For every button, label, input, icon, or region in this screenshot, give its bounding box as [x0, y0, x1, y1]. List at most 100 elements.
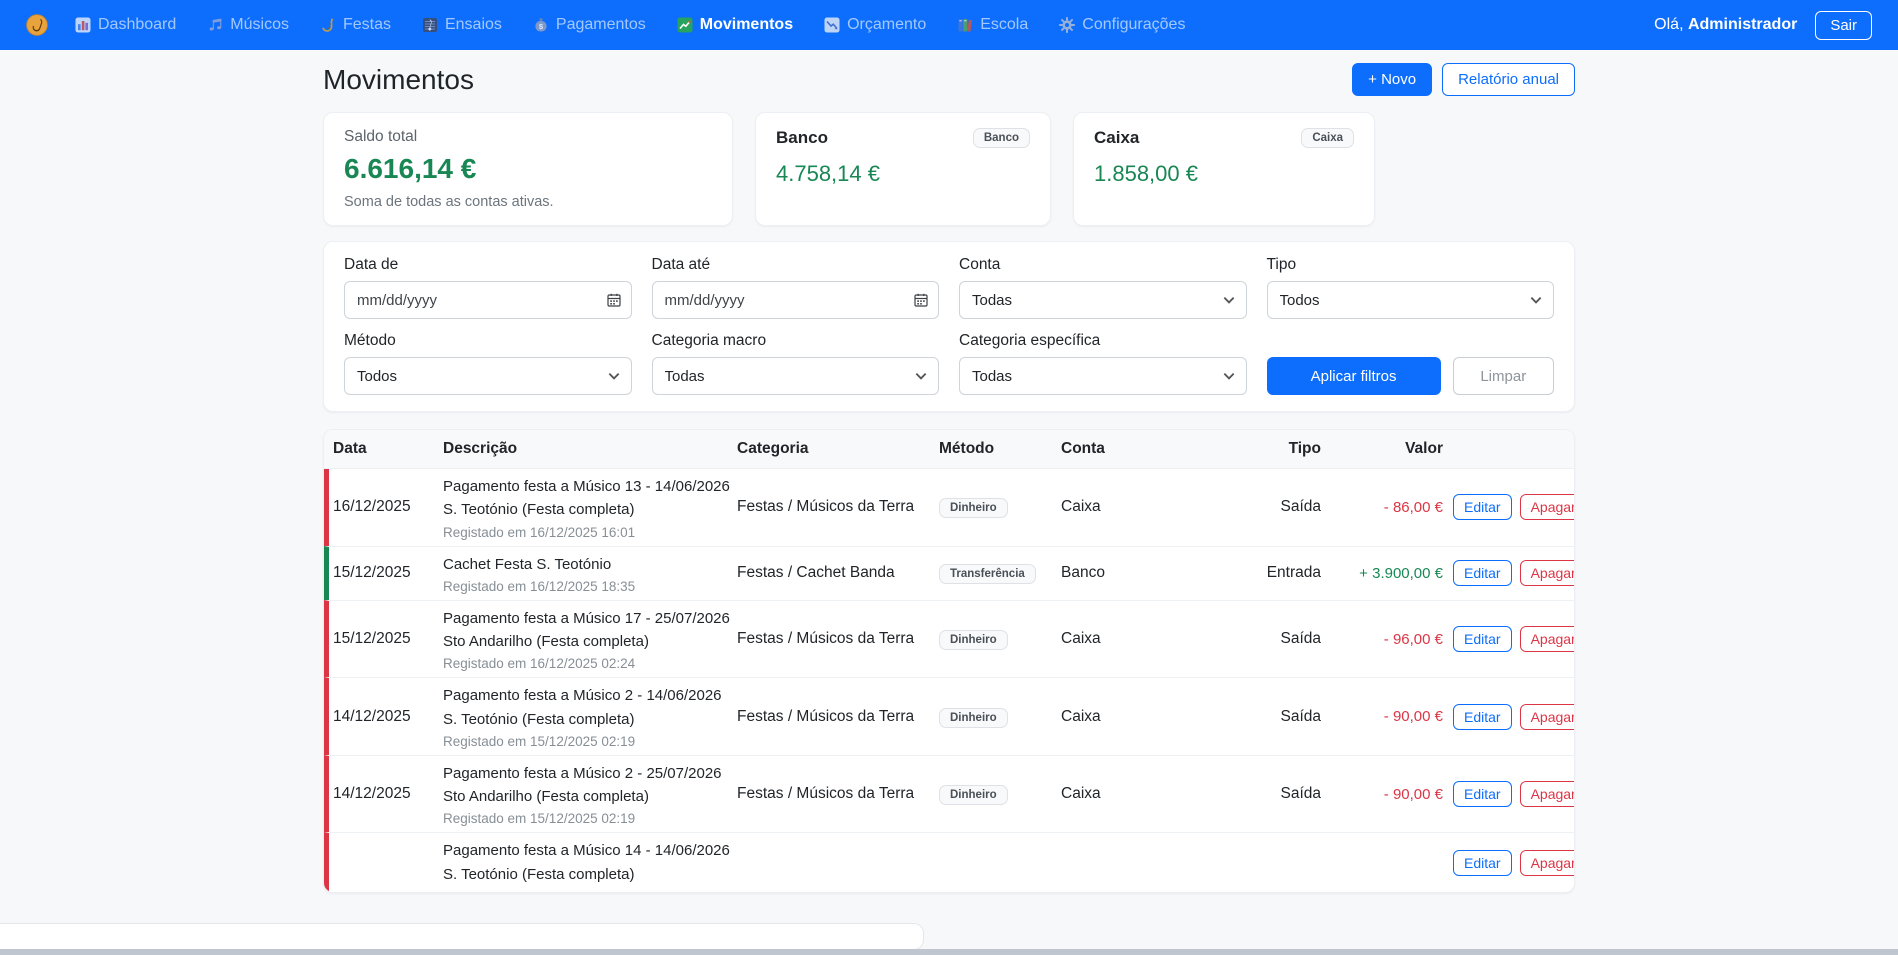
account-type-badge: Banco: [973, 128, 1030, 148]
musical-score-icon: [421, 16, 439, 34]
payment-method-badge: Dinheiro: [939, 630, 1008, 650]
nav-item-dashboard[interactable]: Dashboard: [74, 16, 176, 34]
delete-button[interactable]: Apagar: [1520, 781, 1575, 807]
nav-item-label: Orçamento: [847, 16, 926, 34]
nav-item-movimentos[interactable]: Movimentos: [676, 16, 793, 34]
edit-button[interactable]: Editar: [1453, 704, 1512, 730]
nav-item-label: Dashboard: [98, 16, 176, 34]
chart-up-icon: [676, 16, 694, 34]
gear-icon: [1058, 16, 1076, 34]
type-filter-select[interactable]: Todos: [1267, 281, 1555, 319]
money-bag-icon: $: [532, 16, 550, 34]
table-header-row: Data Descrição Categoria Método Conta Ti…: [324, 430, 1574, 469]
nav-item-festas[interactable]: Festas: [319, 16, 391, 34]
nav-item-label: Músicos: [230, 16, 289, 34]
delete-button[interactable]: Apagar: [1520, 704, 1575, 730]
col-header-valor: Valor: [1321, 440, 1443, 458]
delete-button[interactable]: Apagar: [1520, 494, 1575, 520]
movement-registered-at: Registado em 15/12/2025 02:19: [443, 734, 737, 749]
col-header-tipo: Tipo: [1207, 440, 1321, 458]
movement-type: Saída: [1207, 630, 1321, 648]
edit-button[interactable]: Editar: [1453, 850, 1512, 876]
nav-item-ensaios[interactable]: Ensaios: [421, 16, 502, 34]
account-balance: 1.858,00 €: [1094, 161, 1354, 187]
nav-item-pagamentos[interactable]: $Pagamentos: [532, 16, 646, 34]
nav-item-musicos[interactable]: Músicos: [206, 16, 289, 34]
specific-category-filter-select[interactable]: Todas: [959, 357, 1247, 395]
movement-description: Pagamento festa a Músico 2 - 25/07/2026 …: [443, 762, 737, 809]
edit-button[interactable]: Editar: [1453, 560, 1512, 586]
col-header-categoria: Categoria: [737, 440, 939, 458]
bottom-edge-strip: [0, 949, 1898, 955]
table-row: 14/12/2025 Pagamento festa a Músico 2 - …: [324, 677, 1574, 755]
movement-value: + 3.900,00 €: [1321, 565, 1443, 582]
table-row: 14/12/2025 Pagamento festa a Músico 2 - …: [324, 755, 1574, 833]
account-filter-select[interactable]: Todas: [959, 281, 1247, 319]
macro-category-filter-select[interactable]: Todas: [652, 357, 940, 395]
app-logo-saxophone-icon[interactable]: [26, 14, 48, 36]
nav-item-configuracoes[interactable]: Configurações: [1058, 16, 1185, 34]
method-filter-select[interactable]: Todos: [344, 357, 632, 395]
movement-type: Saída: [1207, 498, 1321, 516]
annual-report-button[interactable]: Relatório anual: [1442, 63, 1575, 96]
movement-date: 15/12/2025: [333, 630, 443, 648]
col-header-descricao: Descrição: [443, 440, 737, 458]
chart-down-icon: [823, 16, 841, 34]
macro-category-filter-label: Categoria macro: [652, 332, 940, 350]
movement-category: Festas / Cachet Banda: [737, 564, 939, 582]
movement-account: Caixa: [1061, 498, 1207, 516]
account-name: Caixa: [1094, 128, 1139, 148]
page-title: Movimentos: [323, 64, 474, 96]
logout-button[interactable]: Sair: [1815, 11, 1872, 40]
total-balance-label: Saldo total: [344, 128, 712, 146]
date-from-input[interactable]: [344, 281, 632, 319]
new-movement-button[interactable]: + Novo: [1352, 63, 1432, 96]
nav-item-label: Escola: [980, 16, 1028, 34]
total-balance-subtitle: Soma de todas as contas ativas.: [344, 194, 712, 210]
nav-item-escola[interactable]: Escola: [956, 16, 1028, 34]
table-row: Pagamento festa a Músico 14 - 14/06/2026…: [324, 832, 1574, 892]
date-to-input[interactable]: [652, 281, 940, 319]
clear-filters-button[interactable]: Limpar: [1453, 357, 1554, 395]
movement-value: - 96,00 €: [1321, 631, 1443, 648]
edit-button[interactable]: Editar: [1453, 781, 1512, 807]
movement-category: Festas / Músicos da Terra: [737, 630, 939, 648]
edit-button[interactable]: Editar: [1453, 494, 1512, 520]
movement-date: 14/12/2025: [333, 785, 443, 803]
table-row: 16/12/2025 Pagamento festa a Músico 13 -…: [324, 469, 1574, 546]
delete-button[interactable]: Apagar: [1520, 850, 1575, 876]
apply-filters-button[interactable]: Aplicar filtros: [1267, 357, 1441, 395]
filters-panel: Data de Data até Conta Todas: [323, 241, 1575, 412]
delete-button[interactable]: Apagar: [1520, 560, 1575, 586]
user-name: Administrador: [1688, 16, 1797, 33]
account-name: Banco: [776, 128, 828, 148]
bottom-overlay-bar: [0, 923, 924, 950]
movement-description: Pagamento festa a Músico 14 - 14/06/2026…: [443, 839, 737, 886]
payment-method-badge: Dinheiro: [939, 708, 1008, 728]
movement-description: Pagamento festa a Músico 13 - 14/06/2026…: [443, 475, 737, 522]
table-row: 15/12/2025 Cachet Festa S. Teotónio Regi…: [324, 546, 1574, 600]
movement-date: 16/12/2025: [333, 498, 443, 516]
movement-description: Pagamento festa a Músico 17 - 25/07/2026…: [443, 607, 737, 654]
movement-description: Cachet Festa S. Teotónio: [443, 553, 737, 576]
books-icon: [956, 16, 974, 34]
user-greeting: Olá, Administrador: [1654, 16, 1797, 34]
total-balance-card: Saldo total 6.616,14 € Soma de todas as …: [323, 112, 733, 226]
movement-registered-at: Registado em 16/12/2025 02:24: [443, 656, 737, 671]
movement-type: Saída: [1207, 708, 1321, 726]
movement-registered-at: Registado em 16/12/2025 18:35: [443, 579, 737, 594]
delete-button[interactable]: Apagar: [1520, 626, 1575, 652]
movement-description: Pagamento festa a Músico 2 - 14/06/2026 …: [443, 684, 737, 731]
edit-button[interactable]: Editar: [1453, 626, 1512, 652]
total-balance-value: 6.616,14 €: [344, 153, 712, 185]
nav-item-label: Movimentos: [700, 16, 793, 34]
nav-item-orcamento[interactable]: Orçamento: [823, 16, 926, 34]
type-filter-label: Tipo: [1267, 256, 1555, 274]
table-row: 15/12/2025 Pagamento festa a Músico 17 -…: [324, 600, 1574, 678]
account-card-banco: Banco Banco 4.758,14 €: [755, 112, 1051, 226]
specific-category-filter-label: Categoria específica: [959, 332, 1247, 350]
movement-account: Caixa: [1061, 630, 1207, 648]
movements-table: Data Descrição Categoria Método Conta Ti…: [323, 429, 1575, 893]
date-to-label: Data até: [652, 256, 940, 274]
account-filter-label: Conta: [959, 256, 1247, 274]
